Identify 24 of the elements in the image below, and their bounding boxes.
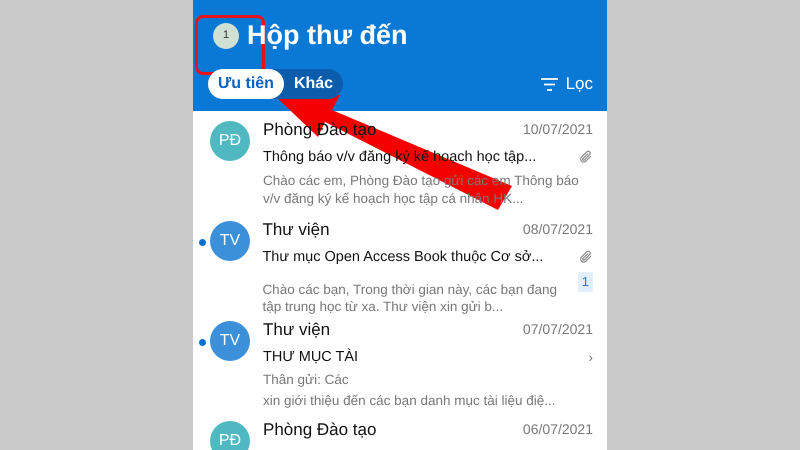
filter-icon — [540, 78, 558, 90]
thread-count: 1 — [578, 272, 593, 292]
message-date: 07/07/2021 — [522, 320, 593, 340]
message-item[interactable]: PĐ Phòng Đào tạo 06/07/2021 — [193, 411, 607, 450]
sender-name: Thư viện — [263, 319, 330, 341]
preview-line: Thân gửi: Các — [263, 371, 350, 389]
avatar: TV — [210, 221, 250, 261]
avatar: TV — [210, 321, 250, 361]
inbox-tab[interactable]: Ưu tiên — [208, 69, 284, 99]
sender-name: Thư viện — [262, 219, 330, 241]
avatar: PĐ — [210, 421, 250, 450]
message-date: 06/07/2021 — [522, 420, 593, 440]
sender-name: Phòng Đào tạo — [263, 419, 376, 441]
inbox-tab[interactable]: Khác — [284, 69, 344, 99]
message-date: 10/07/2021 — [522, 120, 593, 140]
filter-button[interactable]: Lọc — [540, 71, 593, 97]
avatar: PĐ — [210, 121, 250, 161]
preview-line: xin giới thiệu đến các bạn danh mục tài liệu điệ... — [263, 392, 557, 410]
account-button[interactable]: 1 — [213, 22, 239, 48]
chevron-mark: › — [588, 348, 593, 367]
message-date: 08/07/2021 — [522, 220, 593, 240]
message-preview: Chào các bạn, Trong thời gian này, các bạn đang tập trung học từ xa. Thư viện xin gửi b... — [262, 280, 558, 316]
message-subject: Thư mục Open Access Book thuộc Cơ sở... — [262, 248, 544, 266]
message-subject: THƯ MỤC TÀI — [263, 347, 358, 366]
